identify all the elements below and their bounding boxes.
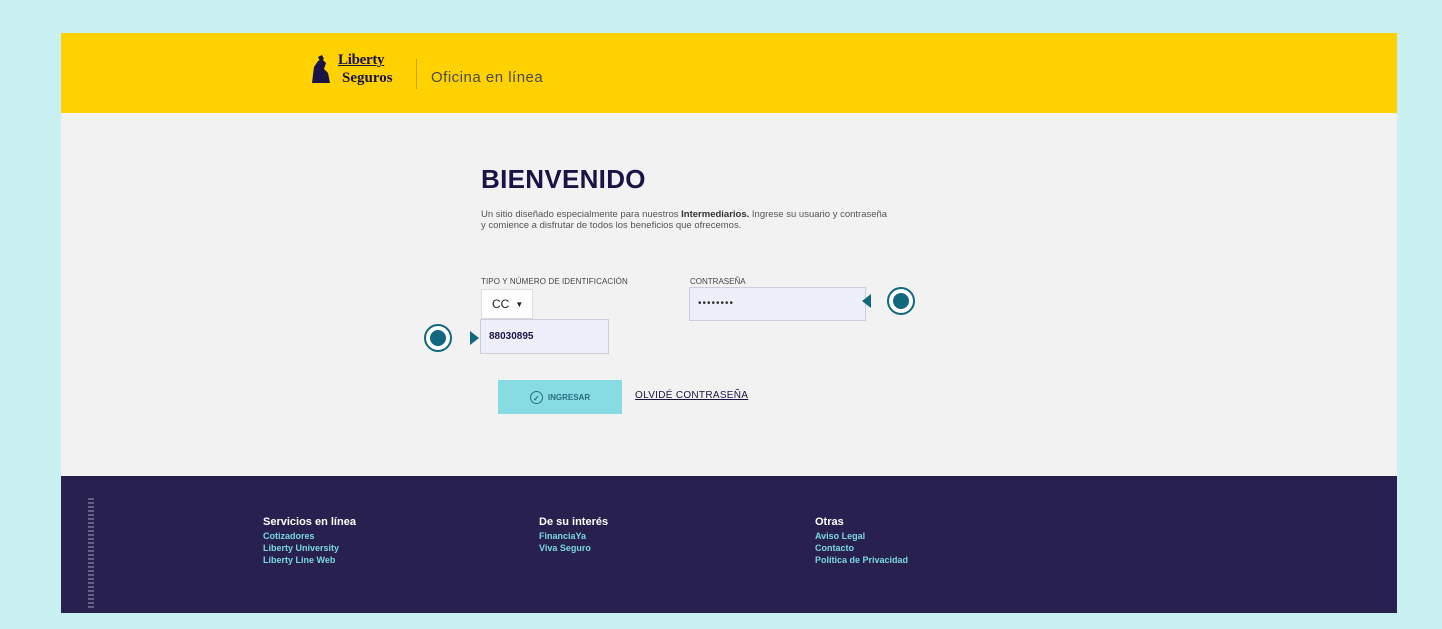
header-divider [416,59,417,89]
callout-marker-icon [887,287,915,315]
callout-marker-icon [424,324,452,352]
callout-arrow-left-icon [862,294,871,308]
liberty-logo-icon [308,55,334,85]
footer-column-interest: De su interés FinanciaYa Viva Seguro [539,516,608,554]
footer-link-contacto[interactable]: Contacto [815,542,908,554]
footer-column-others: Otras Aviso Legal Contacto Política de P… [815,516,908,566]
header: Liberty Seguros Oficina en línea [61,33,1397,113]
footer-heading-interest: De su interés [539,516,609,528]
forgot-password-link[interactable]: OLVIDÉ CONTRASEÑA [635,390,748,401]
footer-link-liberty-line-web[interactable]: Liberty Line Web [263,554,356,566]
footer-heading-services: Servicios en línea [263,516,356,528]
footer-link-financiaya[interactable]: FinanciaYa [539,530,608,542]
page-title: BIENVENIDO [481,164,646,194]
logo-text-liberty: Liberty [338,52,385,68]
footer-link-cotizadores[interactable]: Cotizadores [263,530,356,542]
document-type-select[interactable]: CC ▼ [481,289,533,319]
password-input[interactable]: •••••••• [689,287,866,321]
document-type-value: CC [492,297,510,311]
page-frame: Liberty Seguros Oficina en línea BIENVEN… [61,33,1397,613]
footer-link-liberty-university[interactable]: Liberty University [263,542,356,554]
callout-arrow-right-icon [470,331,479,345]
footer [61,476,1397,613]
intro-text-bold: Intermediarios. [681,209,750,220]
footer-link-viva-seguro[interactable]: Viva Seguro [539,542,608,554]
id-label: TIPO Y NÚMERO DE IDENTIFICACIÓN [481,277,628,286]
footer-heading-others: Otras [815,516,844,528]
portal-name: Oficina en línea [431,69,544,86]
footer-link-aviso-legal[interactable]: Aviso Legal [815,530,908,542]
liberty-logo[interactable]: Liberty Seguros [308,51,403,93]
id-number-input[interactable]: 88030895 [480,319,609,354]
footer-column-services: Servicios en línea Cotizadores Liberty U… [263,516,356,566]
login-button-label: INGRESAR [547,392,591,402]
caret-down-icon: ▼ [515,299,524,309]
login-button[interactable]: ✓ INGRESAR [498,380,622,414]
intro-text: Un sitio diseñado especialmente para nue… [481,209,891,231]
logo-text-seguros: Seguros [342,70,393,86]
password-label: CONTRASEÑA [690,277,746,286]
footer-vertical-legal-text [88,498,94,608]
check-circle-icon: ✓ [529,390,543,404]
intro-text-start: Un sitio diseñado especialmente para nue… [481,209,682,220]
footer-link-privacy-policy[interactable]: Política de Privacidad [815,554,908,566]
